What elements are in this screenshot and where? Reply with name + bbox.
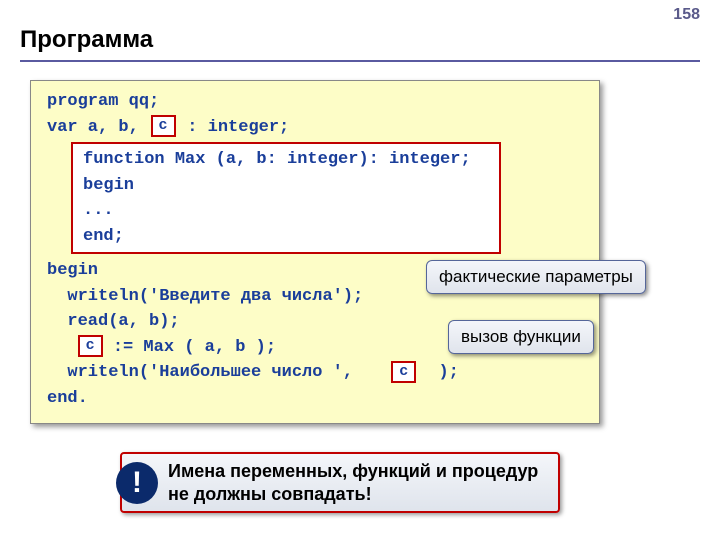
- c-callout: c: [78, 335, 103, 357]
- code-line: writeln('Наибольшее число ', c );: [47, 360, 583, 386]
- code-text: var a, b,: [47, 118, 149, 137]
- code-block: program qq; var a, b, c : integer; funct…: [30, 80, 600, 424]
- c-callout: c: [151, 115, 176, 137]
- warning-text: Имена переменных, функций и процедур не …: [168, 461, 538, 504]
- code-line: var a, b, c : integer;: [47, 115, 583, 141]
- code-text: : integer;: [177, 118, 289, 137]
- callout-function-call: вызов функции: [448, 320, 594, 354]
- code-line: program qq;: [47, 89, 583, 115]
- warning-note: ! Имена переменных, функций и процедур н…: [120, 452, 560, 513]
- code-line: ...: [83, 198, 489, 224]
- c-callout: c: [391, 361, 416, 383]
- code-line: function Max (a, b: integer): integer;: [83, 147, 489, 173]
- code-line: begin: [83, 173, 489, 199]
- code-line: end.: [47, 386, 583, 412]
- callout-actual-params: фактические параметры: [426, 260, 646, 294]
- function-box: function Max (a, b: integer): integer; b…: [71, 142, 501, 254]
- slide-title: Программа: [20, 26, 700, 62]
- code-line: end;: [83, 224, 489, 250]
- page-number: 158: [673, 6, 700, 24]
- exclamation-icon: !: [116, 462, 158, 504]
